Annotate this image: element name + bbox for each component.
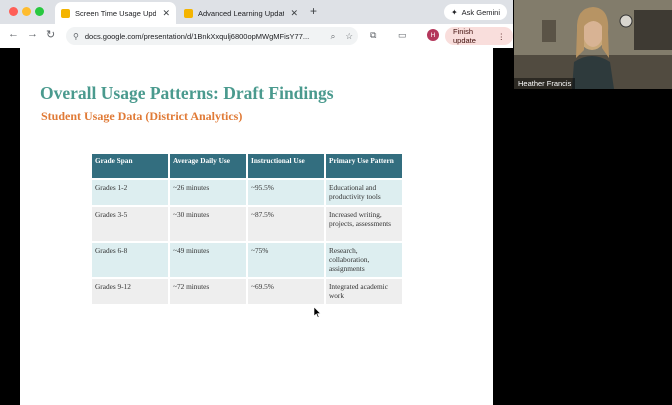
table-cell: Increased writing, projects, assessments	[326, 205, 404, 241]
sparkle-icon: ✦	[450, 7, 458, 17]
mouse-cursor-icon	[314, 307, 322, 318]
reload-icon[interactable]: ↻	[46, 28, 55, 41]
close-tab-icon[interactable]: ✕	[162, 8, 170, 19]
tab-advanced-learning[interactable]: Advanced Learning Updates ✕	[178, 2, 304, 24]
cast-icon[interactable]: ▭	[398, 30, 407, 41]
table-row: Grades 3-5 ~30 minutes ~87.5% Increased …	[92, 205, 404, 241]
table-cell: ~72 minutes	[170, 277, 248, 304]
table-header-row: Grade Span Average Daily Use Instruction…	[92, 154, 404, 178]
table-header: Primary Use Pattern	[326, 154, 404, 178]
table-row: Grades 6-8 ~49 minutes ~75% Research, co…	[92, 241, 404, 277]
participant-name: Heather Francis	[514, 78, 576, 89]
table-cell: ~95.5%	[248, 178, 326, 205]
minimize-window-button[interactable]	[22, 7, 31, 16]
tab-title: Screen Time Usage Update	[75, 8, 157, 18]
slides-icon	[61, 8, 70, 18]
ask-gemini-label: Ask Gemini	[461, 7, 500, 17]
table-row: Grades 9-12 ~72 minutes ~69.5% Integrate…	[92, 277, 404, 304]
participant-video-feed	[514, 0, 672, 89]
forward-arrow-icon[interactable]: →	[27, 28, 38, 40]
back-arrow-icon[interactable]: ←	[8, 28, 19, 40]
extensions-icon[interactable]: ⧉	[370, 30, 376, 41]
finish-update-button[interactable]: Finish update ⋮	[445, 27, 513, 45]
address-bar[interactable]: ⚲ docs.google.com/presentation/d/1BnkXxq…	[66, 27, 358, 45]
slide: Overall Usage Patterns: Draft Findings S…	[20, 48, 493, 405]
presentation-viewport: Overall Usage Patterns: Draft Findings S…	[0, 48, 513, 405]
table-cell: ~87.5%	[248, 205, 326, 241]
profile-avatar[interactable]: H	[427, 29, 439, 41]
table-cell: ~49 minutes	[170, 241, 248, 277]
tab-strip: Screen Time Usage Update ✕ Advanced Lear…	[0, 0, 513, 24]
table-cell: Educational and productivity tools	[326, 178, 404, 205]
table-cell: Research, collaboration, assignments	[326, 241, 404, 277]
table-header: Average Daily Use	[170, 154, 248, 178]
url-text: docs.google.com/presentation/d/1BnkXxqul…	[84, 31, 310, 41]
table-row: Grades 1-2 ~26 minutes ~95.5% Educationa…	[92, 178, 404, 205]
bookmark-star-icon[interactable]: ☆	[345, 31, 353, 42]
table-cell: Grades 9-12	[92, 277, 170, 304]
slide-title: Overall Usage Patterns: Draft Findings	[40, 83, 334, 103]
close-window-button[interactable]	[9, 7, 18, 16]
maximize-window-button[interactable]	[35, 7, 44, 16]
close-tab-icon[interactable]: ✕	[290, 8, 298, 19]
zoom-icon[interactable]: ⌕	[331, 31, 336, 42]
finish-update-label: Finish update	[453, 27, 476, 45]
new-tab-button[interactable]: +	[310, 4, 317, 18]
table-cell: ~26 minutes	[170, 178, 248, 205]
table-cell: Grades 1-2	[92, 178, 170, 205]
site-info-icon[interactable]: ⚲	[73, 32, 79, 41]
ask-gemini-button[interactable]: ✦ Ask Gemini	[443, 4, 507, 20]
table-cell: Grades 3-5	[92, 205, 170, 241]
slides-icon	[184, 8, 193, 18]
table-header: Instructional Use	[248, 154, 326, 178]
table-cell: ~75%	[248, 241, 326, 277]
tab-screen-time[interactable]: Screen Time Usage Update ✕	[55, 2, 176, 24]
table-cell: Grades 6-8	[92, 241, 170, 277]
tab-title: Advanced Learning Updates	[198, 8, 285, 18]
table-cell: ~69.5%	[248, 277, 326, 304]
browser-toolbar: ← → ↻ ⚲ docs.google.com/presentation/d/1…	[0, 24, 513, 48]
table-header: Grade Span	[92, 154, 170, 178]
usage-table: Grade Span Average Daily Use Instruction…	[92, 154, 404, 304]
table-cell: ~30 minutes	[170, 205, 248, 241]
more-menu-icon: ⋮	[497, 31, 506, 41]
table-cell: Integrated academic work	[326, 277, 404, 304]
browser-chrome: Screen Time Usage Update ✕ Advanced Lear…	[0, 0, 513, 48]
slide-subtitle: Student Usage Data (District Analytics)	[41, 109, 243, 123]
participant-video-tile[interactable]: Heather Francis	[514, 0, 672, 89]
